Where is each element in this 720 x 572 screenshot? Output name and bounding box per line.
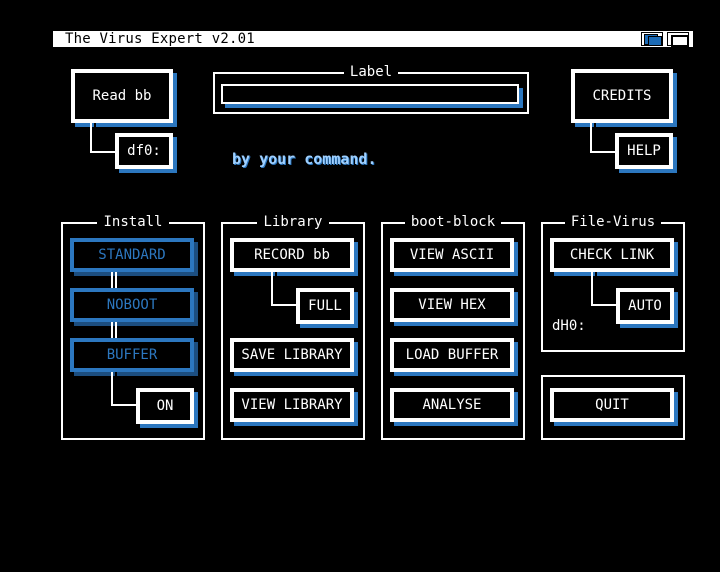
install-title: Install <box>63 214 203 230</box>
quit-button[interactable]: QUIT <box>550 388 674 422</box>
load-buffer-label: LOAD BUFFER <box>405 347 499 363</box>
drive-label: df0: <box>127 143 161 159</box>
view-library-button[interactable]: VIEW LIBRARY <box>230 388 354 422</box>
view-ascii-button[interactable]: VIEW ASCII <box>390 238 514 272</box>
on-connector <box>111 372 137 406</box>
device-label: dH0: <box>552 318 586 334</box>
check-link-button[interactable]: CHECK LINK <box>550 238 674 272</box>
window-title: The Virus Expert v2.01 <box>65 31 255 47</box>
label-input[interactable] <box>221 84 519 104</box>
label-group: Label <box>213 64 529 114</box>
auto-label: AUTO <box>628 298 662 314</box>
credits-button[interactable]: CREDITS <box>571 69 673 123</box>
drive-button[interactable]: df0: <box>115 133 173 169</box>
auto-connector <box>591 272 617 306</box>
drive-connector <box>90 123 116 153</box>
bootblock-title: boot-block <box>383 214 523 230</box>
read-bb-label: Read bb <box>92 88 152 104</box>
auto-button[interactable]: AUTO <box>616 288 674 324</box>
credits-label: CREDITS <box>592 88 652 104</box>
analyse-button[interactable]: ANALYSE <box>390 388 514 422</box>
library-title: Library <box>223 214 363 230</box>
noboot-label: NOBOOT <box>106 297 158 313</box>
record-bb-label: RECORD bb <box>254 247 330 263</box>
full-connector <box>271 272 297 306</box>
title-bar[interactable]: The Virus Expert v2.01 <box>52 30 694 48</box>
view-hex-label: VIEW HEX <box>418 297 486 313</box>
check-link-label: CHECK LINK <box>569 247 655 263</box>
noboot-button[interactable]: NOBOOT <box>70 288 194 322</box>
depth-arrange-icon[interactable] <box>641 32 663 46</box>
full-label: FULL <box>308 298 342 314</box>
buffer-on-button[interactable]: ON <box>136 388 194 424</box>
load-buffer-button[interactable]: LOAD BUFFER <box>390 338 514 372</box>
label-title: Label <box>215 64 527 80</box>
zoom-icon[interactable] <box>667 32 689 47</box>
on-label: ON <box>156 398 174 414</box>
analyse-label: ANALYSE <box>422 397 482 413</box>
record-bb-button[interactable]: RECORD bb <box>230 238 354 272</box>
standard-button[interactable]: STANDARD <box>70 238 194 272</box>
view-library-label: VIEW LIBRARY <box>241 397 343 413</box>
help-connector <box>590 123 616 153</box>
buffer-button[interactable]: BUFFER <box>70 338 194 372</box>
save-library-label: SAVE LIBRARY <box>241 347 343 363</box>
standard-label: STANDARD <box>98 247 166 263</box>
help-label: HELP <box>627 143 661 159</box>
save-library-button[interactable]: SAVE LIBRARY <box>230 338 354 372</box>
status-text: by your command. <box>232 150 377 168</box>
read-bb-button[interactable]: Read bb <box>71 69 173 123</box>
buffer-label: BUFFER <box>106 347 158 363</box>
full-button[interactable]: FULL <box>296 288 354 324</box>
quit-label: QUIT <box>595 397 629 413</box>
help-button[interactable]: HELP <box>615 133 673 169</box>
filevirus-title: File-Virus <box>543 214 683 230</box>
view-ascii-label: VIEW ASCII <box>409 247 495 263</box>
view-hex-button[interactable]: VIEW HEX <box>390 288 514 322</box>
